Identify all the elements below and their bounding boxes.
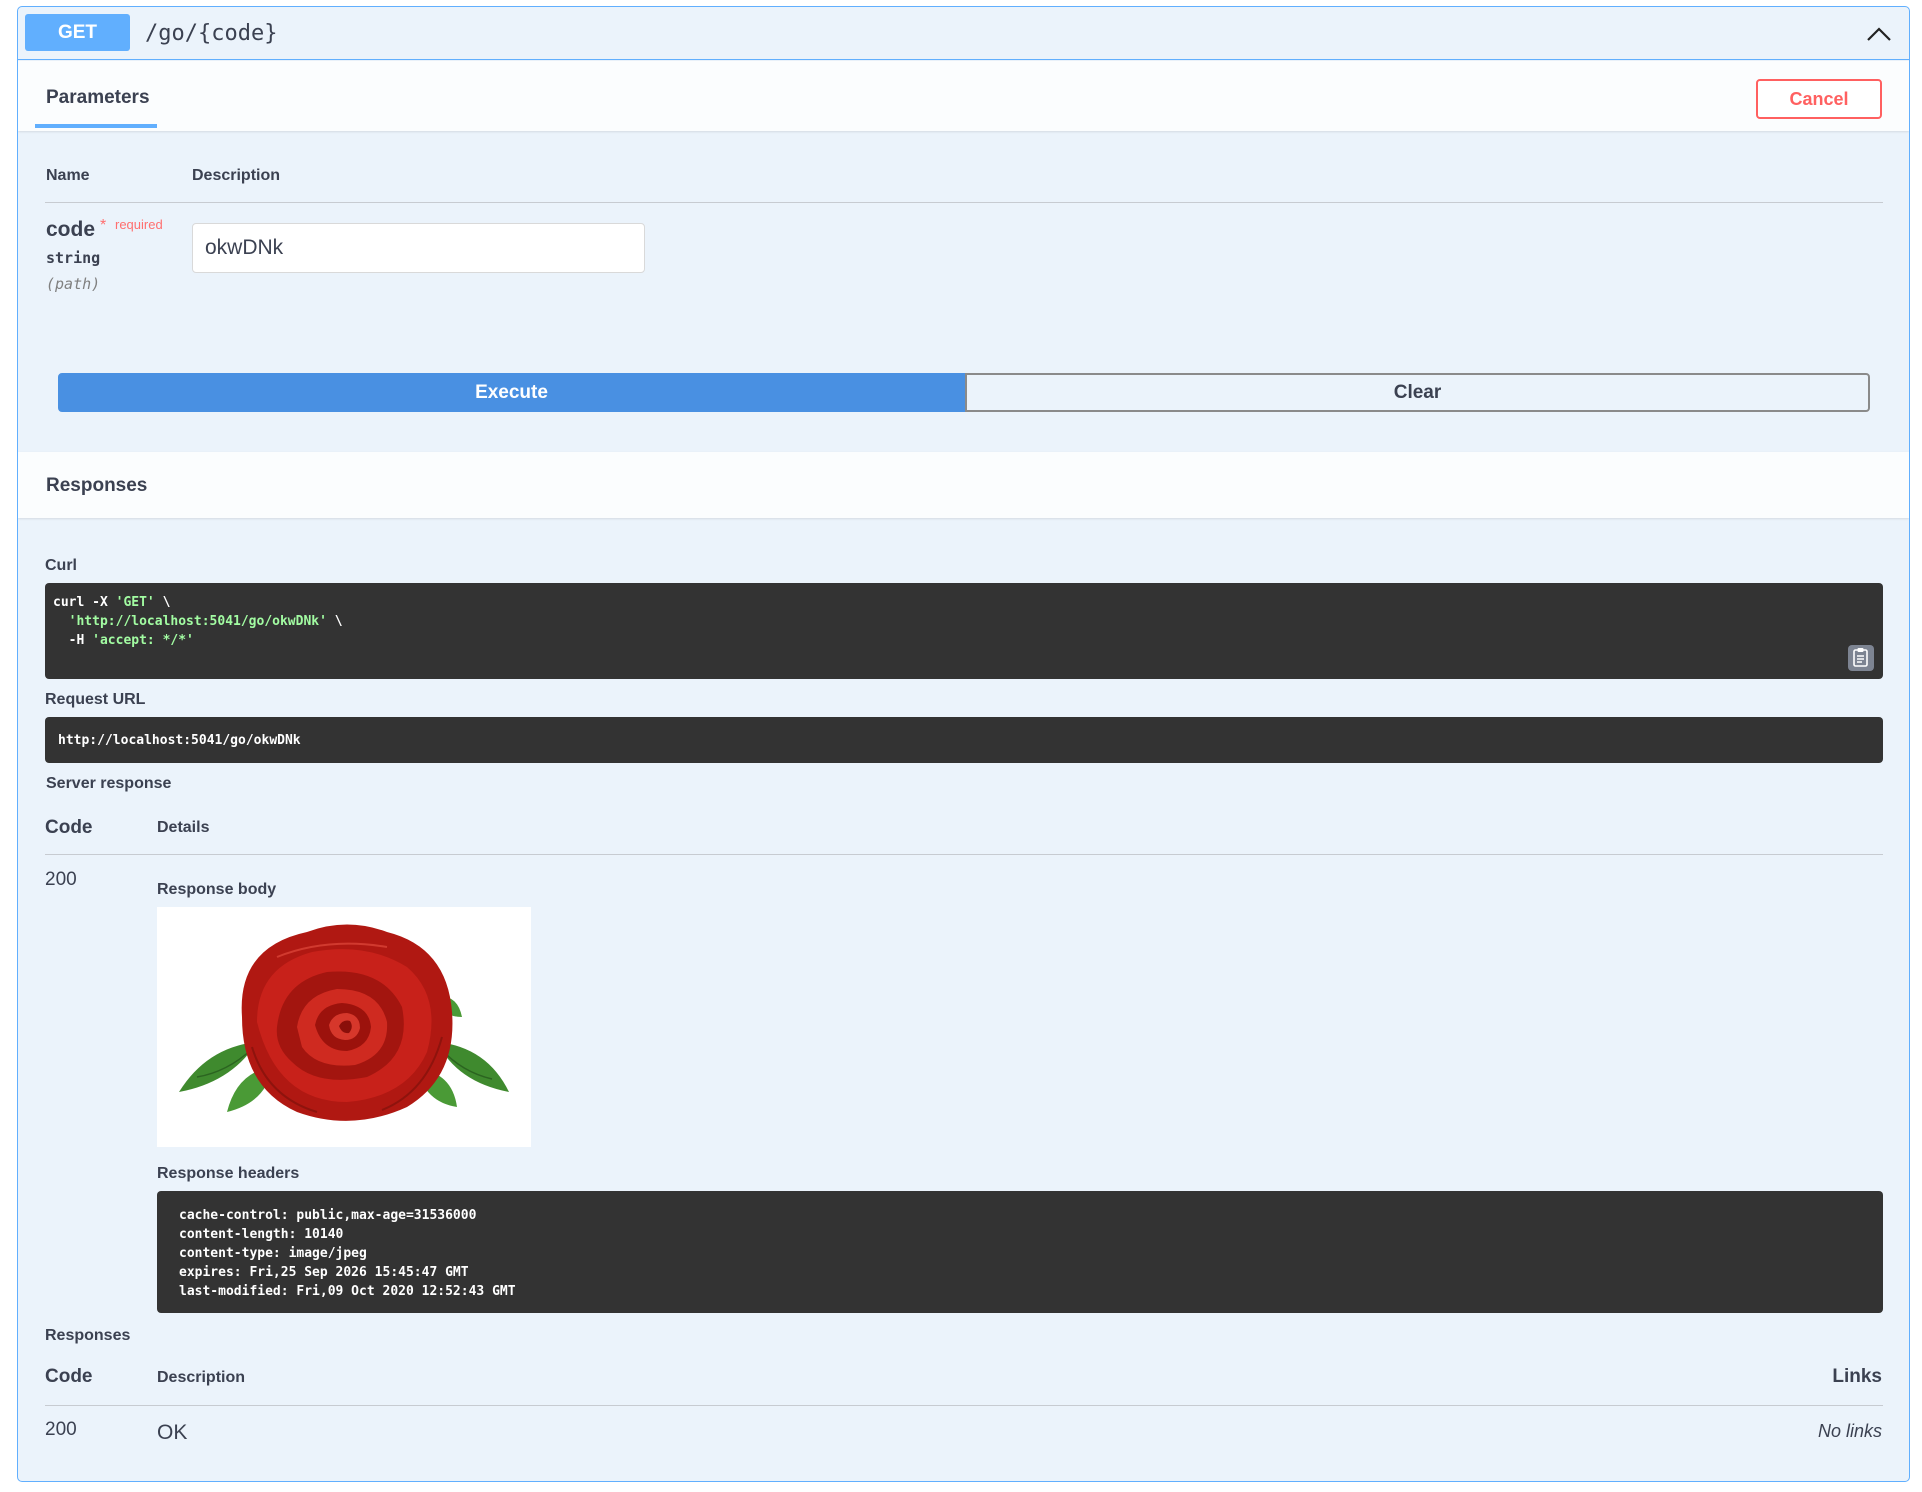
column-header-details: Details (157, 819, 210, 836)
execute-button[interactable]: Execute (58, 373, 965, 412)
operation-path: /go/{code} (145, 21, 278, 46)
responses-subtitle: Responses (45, 1327, 131, 1344)
response-headers-text: cache-control: public,max-age=31536000 c… (179, 1206, 1861, 1301)
column-header-links: Links (1832, 1366, 1882, 1387)
responses-header: Responses (18, 452, 1909, 518)
column-header-description: Description (192, 167, 281, 184)
column-header-code: Code (45, 817, 93, 838)
column-header-code: Code (45, 1366, 93, 1387)
column-header-name: Name (46, 167, 90, 184)
header-line: cache-control: public,max-age=31536000 (179, 1208, 477, 1223)
response-headers-block: cache-control: public,max-age=31536000 c… (157, 1191, 1883, 1313)
red-rose-image (157, 907, 531, 1147)
chevron-up-icon[interactable] (1864, 19, 1894, 49)
response-description: OK (157, 1421, 188, 1444)
divider (45, 1405, 1883, 1406)
curl-label: Curl (45, 557, 77, 574)
request-url: http://localhost:5041/go/okwDNk (58, 733, 301, 748)
parameters-header: Parameters Cancel (18, 61, 1909, 131)
server-response-label: Server response (46, 775, 172, 792)
column-header-description: Description (157, 1369, 246, 1386)
copy-to-clipboard-icon[interactable] (1848, 645, 1874, 671)
response-status-code: 200 (45, 869, 77, 890)
required-label: required (115, 217, 163, 232)
header-line: last-modified: Fri,09 Oct 2020 12:52:43 … (179, 1284, 516, 1299)
cancel-button[interactable]: Cancel (1756, 79, 1882, 119)
curl-code-block[interactable]: curl -X 'GET' \ 'http://localhost:5041/g… (45, 583, 1883, 679)
tab-parameters[interactable]: Parameters (46, 87, 150, 109)
operation-block: GET /go/{code} Parameters Cancel Name De… (17, 6, 1910, 1482)
parameter-location: (path) (46, 275, 101, 293)
clear-button[interactable]: Clear (965, 373, 1870, 412)
operation-summary[interactable]: GET /go/{code} (18, 7, 1909, 60)
response-code: 200 (45, 1419, 77, 1440)
divider (45, 854, 1883, 855)
parameter-name: code (46, 218, 96, 241)
curl-command: curl -X 'GET' \ 'http://localhost:5041/g… (53, 595, 343, 648)
required-star: * (100, 217, 107, 234)
header-line: expires: Fri,25 Sep 2026 15:45:47 GMT (179, 1265, 469, 1280)
responses-title: Responses (46, 475, 148, 496)
response-headers-label: Response headers (157, 1165, 300, 1182)
request-url-label: Request URL (45, 691, 146, 708)
parameter-type: string (46, 249, 101, 267)
divider (45, 202, 1883, 203)
response-body-label: Response body (157, 881, 277, 898)
header-line: content-length: 10140 (179, 1227, 344, 1242)
http-method-badge: GET (25, 14, 130, 51)
response-links: No links (1817, 1421, 1882, 1441)
code-input[interactable] (192, 223, 645, 273)
header-line: content-type: image/jpeg (179, 1246, 367, 1261)
request-url-box: http://localhost:5041/go/okwDNk (45, 717, 1883, 763)
tab-active-indicator (35, 124, 157, 128)
